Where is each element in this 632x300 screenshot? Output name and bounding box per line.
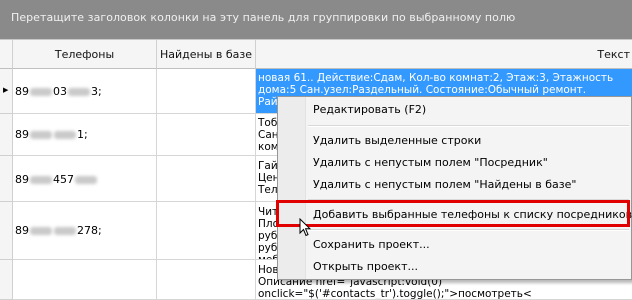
table-cell-found[interactable]	[157, 260, 256, 300]
table-cell-found[interactable]	[157, 114, 256, 156]
column-header-phones[interactable]: Телефоны	[13, 40, 157, 69]
current-row-arrow-icon: ▶	[3, 86, 9, 94]
row-indicator[interactable]: ▶	[0, 69, 13, 114]
highlight-box	[276, 200, 630, 227]
phone-value: 89 03 3;	[15, 85, 102, 98]
table-cell-phone[interactable]: 89 03 3;	[13, 69, 157, 114]
table-cell-phone[interactable]: 89 1;	[13, 114, 157, 156]
row-indicator-header[interactable]	[0, 40, 13, 69]
row-indicator[interactable]	[0, 114, 13, 156]
menu-item-delete-with-broker[interactable]: Удалить с непустым полем "Посредник"	[313, 156, 548, 169]
column-header-text[interactable]: Текст	[256, 40, 632, 69]
group-by-hint: Перетащите заголовок колонки на эту пане…	[11, 11, 516, 24]
menu-item-open-project[interactable]: Открыть проект...	[313, 260, 418, 273]
menu-icon-gutter	[278, 97, 306, 279]
menu-item-delete-found[interactable]: Удалить с непустым полем "Найдены в базе…	[313, 178, 576, 191]
menu-item-save-project[interactable]: Сохранить проект...	[313, 238, 430, 251]
menu-item-edit[interactable]: Редактировать (F2)	[313, 103, 426, 116]
context-menu: Редактировать (F2) Удалить выделенные ст…	[277, 96, 632, 280]
column-header-found[interactable]: Найдены в базе	[157, 40, 256, 69]
menu-separator	[308, 229, 629, 231]
phone-value: 89 1;	[15, 128, 88, 141]
row-indicator[interactable]	[0, 260, 13, 300]
menu-item-delete-selected[interactable]: Удалить выделенные строки	[313, 134, 481, 147]
mouse-cursor-icon	[299, 218, 311, 237]
phone-value: 89 457	[15, 173, 98, 186]
table-cell-found[interactable]	[157, 202, 256, 260]
column-header-text-label: Текст	[597, 48, 630, 61]
row-indicator[interactable]	[0, 156, 13, 202]
group-by-panel[interactable]: Перетащите заголовок колонки на эту пане…	[0, 0, 632, 39]
table-cell-phone[interactable]: 89 457	[13, 156, 157, 202]
row-indicator[interactable]	[0, 202, 13, 260]
table-cell-phone[interactable]: 89 278;	[13, 202, 157, 260]
menu-separator	[308, 125, 629, 127]
table-cell-phone[interactable]	[13, 260, 157, 300]
table-cell-found[interactable]	[157, 69, 256, 114]
table-cell-found[interactable]	[157, 156, 256, 202]
phone-value: 89 278;	[15, 224, 102, 237]
